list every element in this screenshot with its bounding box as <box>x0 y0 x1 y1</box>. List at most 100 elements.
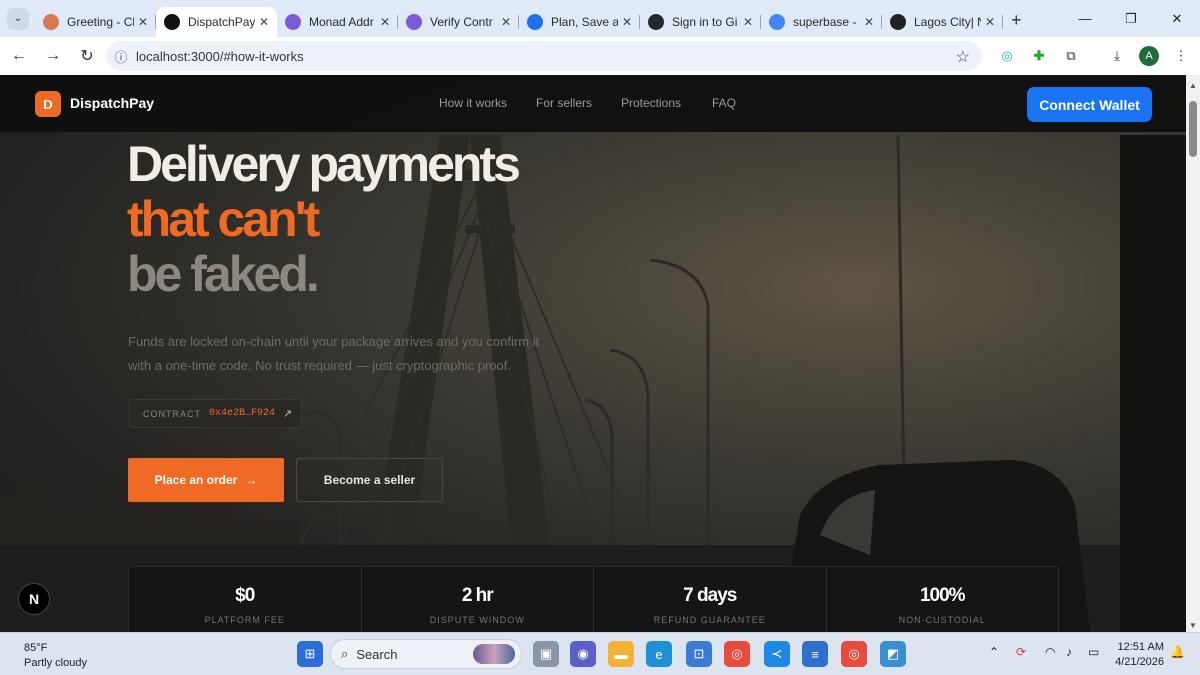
tab-close-icon[interactable]: ✕ <box>864 15 874 29</box>
browser-tab[interactable]: Monad Addr ✕ <box>277 7 398 37</box>
browser-tab[interactable]: Verify Contr ✕ <box>398 7 519 37</box>
page-viewport: D DispatchPay How it works For sellers P… <box>0 75 1186 632</box>
tab-title: Plan, Save ar <box>551 15 618 29</box>
tray-app-icon[interactable]: ⟳ <box>1016 645 1026 659</box>
browser-tab[interactable]: Greeting - Cl ✕ <box>35 7 156 37</box>
tab-title: Lagos City| N <box>914 15 981 29</box>
nav-faq[interactable]: FAQ <box>712 96 736 110</box>
scrollbar-thumb[interactable] <box>1189 101 1197 157</box>
logo-mark[interactable]: D <box>35 91 61 117</box>
brand-name[interactable]: DispatchPay <box>70 95 154 111</box>
browser-tab[interactable]: superbase - ✕ <box>761 7 882 37</box>
weather-widget[interactable]: 85°F Partly cloudy <box>24 641 87 671</box>
back-icon[interactable]: ← <box>2 39 36 73</box>
stat-label: DISPUTE WINDOW <box>429 615 525 625</box>
chrome-profile-icon[interactable]: ◎ <box>841 641 867 667</box>
stat-value: $0 <box>235 585 255 606</box>
taskbar-clock[interactable]: 12:51 AM 4/21/2026 <box>1114 640 1164 670</box>
browser-toolbar: ← → ↻ ⓘ localhost:3000/#how-it-works ☆ ◎… <box>0 37 1200 75</box>
taskbar-search[interactable]: ⌕ Search <box>330 639 522 669</box>
tab-title: Monad Addr <box>309 15 374 29</box>
close-window-icon[interactable]: ✕ <box>1154 0 1200 37</box>
minimize-icon[interactable]: — <box>1062 0 1108 37</box>
tab-close-icon[interactable]: ✕ <box>259 15 269 29</box>
hero-headline-line-3: be faked. <box>127 246 320 302</box>
nextjs-dev-badge[interactable]: N <box>18 583 50 615</box>
task-view-icon[interactable]: ▣ <box>533 641 559 667</box>
taskbar: 85°F Partly cloudy ⊞ ⌕ Search ▣ ◉ ▬ e ⊡ … <box>0 632 1200 675</box>
tab-close-icon[interactable]: ✕ <box>138 15 148 29</box>
triangle-icon <box>164 14 180 30</box>
chrome-icon[interactable]: ◎ <box>724 641 750 667</box>
file-explorer-icon[interactable]: ▬ <box>608 641 634 667</box>
restore-icon[interactable]: ❐ <box>1108 0 1154 37</box>
tab-search-chevron-icon[interactable]: ⌄ <box>7 7 29 30</box>
place-order-label: Place an order <box>154 473 238 487</box>
monad-icon <box>406 14 422 30</box>
page-scrollbar[interactable]: ▲ ▼ <box>1186 75 1200 632</box>
browser-tab[interactable]: Sign in to Gi ✕ <box>640 7 761 37</box>
place-order-button[interactable]: Place an order → <box>128 458 284 502</box>
external-link-icon[interactable]: ↗ <box>283 407 292 420</box>
stat-label: NON-CUSTODIAL <box>898 615 986 625</box>
browser-tab[interactable]: Lagos City| N ✕ <box>882 7 1003 37</box>
reload-icon[interactable]: ↻ <box>70 39 104 73</box>
extension-green-icon[interactable]: ✚ <box>1029 46 1049 66</box>
vscode-icon[interactable]: ≺ <box>764 641 790 667</box>
window-controls: — ❐ ✕ <box>1062 0 1200 37</box>
nav-for-sellers[interactable]: For sellers <box>536 96 592 110</box>
edge-icon[interactable]: e <box>646 641 672 667</box>
stat-value: 7 days <box>683 585 737 606</box>
wifi-icon[interactable]: ◠ <box>1045 645 1055 659</box>
tab-title: DispatchPay <box>188 15 255 29</box>
browser-menu-icon[interactable]: ⋮ <box>1171 46 1191 66</box>
tab-close-icon[interactable]: ✕ <box>622 15 632 29</box>
notepad-icon[interactable]: ≡ <box>802 641 828 667</box>
nav-how-it-works[interactable]: How it works <box>439 96 507 110</box>
site-info-icon[interactable]: ⓘ <box>106 47 136 66</box>
stats-bar: $0 PLATFORM FEE 2 hr DISPUTE WINDOW 7 da… <box>128 566 1059 632</box>
battery-icon[interactable]: ▭ <box>1088 645 1099 659</box>
contract-address-chip[interactable]: CONTRACT 0x4e2B…F924 ↗ <box>129 399 302 428</box>
photos-icon[interactable]: ◩ <box>880 641 906 667</box>
tab-list: Greeting - Cl ✕ DispatchPay ✕ Monad Addr ✕ Ver… <box>35 0 1003 37</box>
tab-close-icon[interactable]: ✕ <box>985 15 995 29</box>
scroll-up-icon[interactable]: ▲ <box>1189 81 1197 90</box>
address-bar[interactable]: ⓘ localhost:3000/#how-it-works ☆ <box>106 41 982 71</box>
forward-icon[interactable]: → <box>36 39 70 73</box>
github-icon <box>648 14 664 30</box>
tab-close-icon[interactable]: ✕ <box>743 15 753 29</box>
stat-value: 100% <box>919 585 966 606</box>
bookmark-star-icon[interactable]: ☆ <box>956 47 970 67</box>
tab-title: superbase - <box>793 15 857 29</box>
scroll-down-icon[interactable]: ▼ <box>1189 621 1197 630</box>
store-icon[interactable]: ⊡ <box>686 641 712 667</box>
browser-tab[interactable]: DispatchPay ✕ <box>156 7 277 37</box>
tab-separator <box>1002 15 1003 29</box>
new-tab-button[interactable]: + <box>1011 10 1022 31</box>
connect-wallet-button[interactable]: Connect Wallet <box>1027 87 1152 122</box>
download-icon[interactable]: ⤓ <box>1107 46 1127 66</box>
stat-dispute-window: 2 hr DISPUTE WINDOW <box>362 567 594 632</box>
windows-start-icon[interactable]: ⊞ <box>297 641 323 667</box>
become-seller-button[interactable]: Become a seller <box>296 458 443 502</box>
teams-chat-icon[interactable]: ◉ <box>570 641 596 667</box>
hero-headline-line-2: that can't <box>127 191 320 247</box>
nav-protections[interactable]: Protections <box>621 96 681 110</box>
extension-icon[interactable]: ◎ <box>997 46 1017 66</box>
hero-subtitle: Funds are locked on-chain until your pac… <box>128 334 540 373</box>
profile-avatar[interactable]: A <box>1139 46 1159 66</box>
volume-icon[interactable]: ♪ <box>1066 645 1072 659</box>
url-text: localhost:3000/#how-it-works <box>136 48 304 64</box>
extensions-puzzle-icon[interactable]: ⧉ <box>1061 46 1081 66</box>
tab-title: Greeting - Cl <box>67 15 134 29</box>
notification-bell-icon[interactable]: 🔔 <box>1170 645 1185 659</box>
stat-platform-fee: $0 PLATFORM FEE <box>129 567 362 632</box>
clock-date: 4/21/2026 <box>1115 656 1164 668</box>
tab-strip: ⌄ Greeting - Cl ✕ DispatchPay ✕ Monad Addr ✕ V… <box>0 0 1200 37</box>
weather-temperature: 85°F <box>24 642 48 654</box>
tab-close-icon[interactable]: ✕ <box>380 15 390 29</box>
tab-close-icon[interactable]: ✕ <box>501 15 511 29</box>
browser-tab[interactable]: Plan, Save ar ✕ <box>519 7 640 37</box>
tray-chevron-icon[interactable]: ⌃ <box>989 645 999 659</box>
